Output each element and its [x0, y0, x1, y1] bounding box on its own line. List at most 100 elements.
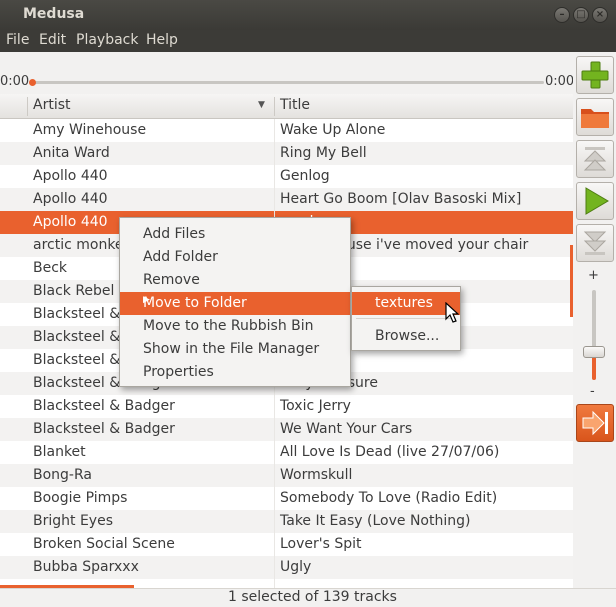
- seek-handle[interactable]: [29, 79, 36, 86]
- menu-file[interactable]: File: [6, 32, 29, 48]
- context-menu: Add Files Add Folder Remove Move to Fold…: [119, 217, 351, 387]
- table-row[interactable]: Bright Eyes Take It Easy (Love Nothing): [0, 510, 573, 533]
- menu-item-add-files[interactable]: Add Files: [120, 223, 350, 246]
- artist-cell: Blacksteel & Badger: [33, 421, 175, 437]
- submenu-item-textures[interactable]: textures: [352, 292, 460, 315]
- go-to-playing-button[interactable]: [576, 404, 614, 442]
- title-cell: Ugly: [280, 559, 312, 575]
- volume-level: [592, 355, 596, 380]
- column-divider[interactable]: [274, 97, 275, 116]
- minimize-icon[interactable]: –: [554, 7, 570, 23]
- cell-divider: [274, 579, 275, 588]
- artist-cell: Anita Ward: [33, 145, 110, 161]
- table-row[interactable]: Apollo 440 Genlog: [0, 165, 573, 188]
- next-button[interactable]: [576, 224, 614, 262]
- title-cell: Wake Up Alone: [280, 122, 386, 138]
- menu-item-move-to-rubbish-bin[interactable]: Move to the Rubbish Bin: [120, 315, 350, 338]
- column-divider: [27, 97, 28, 116]
- menu-help[interactable]: Help: [146, 32, 178, 48]
- table-row[interactable]: Amy Winehouse Wake Up Alone: [0, 119, 573, 142]
- artist-cell: Bong-Ra: [33, 467, 92, 483]
- time-total: 0:00: [545, 74, 575, 89]
- table-row[interactable]: Blacksteel & Badger We Want Your Cars: [0, 418, 573, 441]
- cell-divider: [274, 487, 275, 510]
- previous-button[interactable]: [576, 140, 614, 178]
- next-icon: [583, 231, 607, 255]
- cell-divider: [274, 395, 275, 418]
- sort-descending-icon[interactable]: ▼: [258, 100, 265, 110]
- folder-icon: [581, 109, 609, 128]
- artist-cell: Apollo 440: [33, 214, 108, 230]
- title-cell: Ring My Bell: [280, 145, 367, 161]
- seek-slider[interactable]: [31, 81, 544, 84]
- previous-icon: [583, 147, 607, 171]
- title-cell: Heart Go Boom [Olav Basoski Mix]: [280, 191, 522, 207]
- column-header-artist[interactable]: Artist: [33, 97, 71, 113]
- artist-cell: Apollo 440: [33, 191, 108, 207]
- title-cell: Take It Easy (Love Nothing): [280, 513, 471, 529]
- title-cell: Genlog: [280, 168, 330, 184]
- volume-handle[interactable]: [583, 346, 605, 358]
- cell-divider: [274, 556, 275, 579]
- menu-item-show-in-file-manager[interactable]: Show in the File Manager: [120, 338, 350, 361]
- title-cell: We Want Your Cars: [280, 421, 413, 437]
- cell-divider: [274, 441, 275, 464]
- artist-cell: Broken Social Scene: [33, 536, 175, 552]
- title-cell: Wormskull: [280, 467, 353, 483]
- title-bar: Medusa – □ ×: [0, 0, 616, 30]
- maximize-icon[interactable]: □: [573, 7, 589, 23]
- seek-row: 0:00 0:00: [0, 52, 575, 96]
- mouse-pointer-icon: [445, 302, 459, 323]
- table-row[interactable]: Bong-Ra Wormskull: [0, 464, 573, 487]
- artist-cell: Beck: [33, 260, 68, 276]
- menu-edit[interactable]: Edit: [39, 32, 66, 48]
- table-row[interactable]: Boogie Pimps Somebody To Love (Radio Edit…: [0, 487, 573, 510]
- artist-cell: Apollo 440: [33, 168, 108, 184]
- go-to-playing-icon: [582, 410, 608, 436]
- artist-cell: Blanket: [33, 444, 86, 460]
- submenu-item-browse[interactable]: Browse...: [352, 325, 460, 348]
- play-button[interactable]: [576, 182, 614, 220]
- table-row[interactable]: Apollo 440 Heart Go Boom [Olav Basoski Mi…: [0, 188, 573, 211]
- table-row[interactable]: Anita Ward Ring My Bell: [0, 142, 573, 165]
- add-button[interactable]: [576, 56, 614, 94]
- menu-playback[interactable]: Playback: [76, 32, 138, 48]
- artist-cell: Bright Eyes: [33, 513, 113, 529]
- play-icon: [585, 187, 609, 215]
- title-cell: Somebody To Love (Radio Edit): [280, 490, 498, 506]
- title-cell: Lover's Spit: [280, 536, 362, 552]
- cell-divider: [274, 533, 275, 556]
- close-icon[interactable]: ×: [592, 7, 608, 23]
- submenu-separator: [356, 318, 456, 319]
- artist-cell: Boogie Pimps: [33, 490, 128, 506]
- title-cell: Toxic Jerry: [280, 398, 351, 414]
- cell-divider: [274, 510, 275, 533]
- status-text: 1 selected of 139 tracks: [228, 589, 397, 605]
- table-row[interactable]: Blacksteel & Badger Toxic Jerry: [0, 395, 573, 418]
- cell-divider: [274, 142, 275, 165]
- menu-item-move-to-folder[interactable]: Move to Folder ▶: [120, 292, 350, 315]
- column-header-title[interactable]: Title: [280, 97, 310, 113]
- title-cell: All Love Is Dead (live 27/07/06): [280, 444, 500, 460]
- volume-down-label: -: [590, 384, 595, 399]
- table-row[interactable]: Broken Social Scene Lover's Spit: [0, 533, 573, 556]
- cell-divider: [274, 165, 275, 188]
- track-list-header: Artist ▼ Title: [0, 94, 573, 119]
- cell-divider: [274, 188, 275, 211]
- add-icon: [581, 61, 609, 89]
- cell-divider: [274, 464, 275, 487]
- table-row[interactable]: Bubba Sparxxx Ugly: [0, 556, 573, 579]
- submenu-arrow-icon: ▶: [143, 295, 150, 305]
- menu-bar: File Edit Playback Help: [0, 30, 616, 52]
- menu-item-properties[interactable]: Properties: [120, 361, 350, 384]
- cell-divider: [274, 119, 275, 142]
- artist-cell: Amy Winehouse: [33, 122, 147, 138]
- table-row[interactable]: Blanket All Love Is Dead (live 27/07/06): [0, 441, 573, 464]
- status-bar: 1 selected of 139 tracks: [0, 588, 616, 607]
- volume-up-label: +: [588, 268, 599, 283]
- artist-cell: Blacksteel & Badger: [33, 398, 175, 414]
- menu-item-add-folder[interactable]: Add Folder: [120, 246, 350, 269]
- add-folder-button[interactable]: [576, 98, 614, 136]
- artist-cell: Bubba Sparxxx: [33, 559, 139, 575]
- menu-item-remove[interactable]: Remove: [120, 269, 350, 292]
